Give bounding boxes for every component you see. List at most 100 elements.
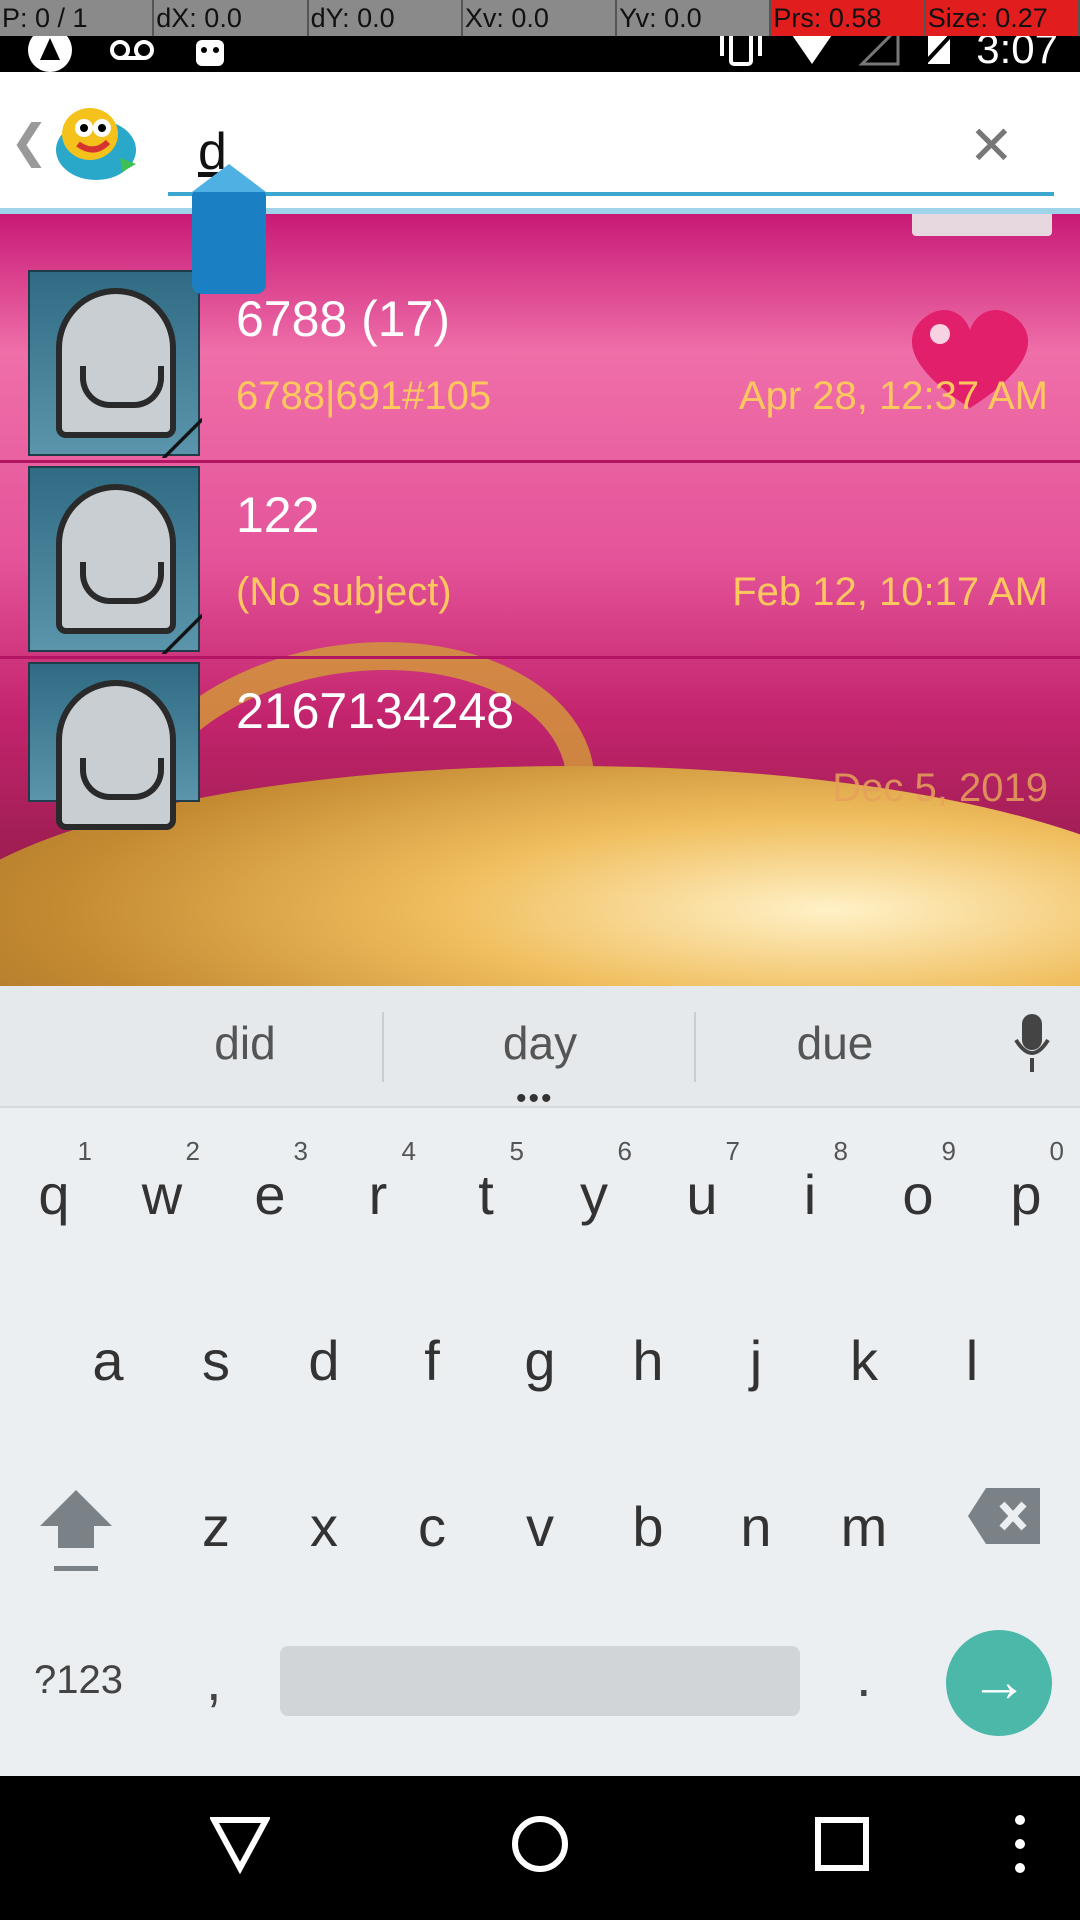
key-label: p	[1010, 1163, 1042, 1226]
search-field[interactable]: d ✕	[168, 92, 1054, 196]
go-arrow-button[interactable]	[946, 1630, 1052, 1736]
avatar-badge	[162, 614, 202, 654]
delta-x: dX: 0.0	[154, 0, 309, 36]
key-f[interactable]: f	[378, 1288, 486, 1408]
key-label: e	[254, 1163, 286, 1226]
velocity-x: Xv: 0.0	[463, 0, 618, 36]
key-label: t	[478, 1163, 494, 1226]
comma-key[interactable]: ,	[206, 1648, 222, 1713]
key-v[interactable]: v	[486, 1454, 594, 1574]
key-label: s	[202, 1329, 230, 1392]
key-t[interactable]: 5t	[432, 1122, 540, 1242]
key-m[interactable]: m	[810, 1454, 918, 1574]
key-r[interactable]: 4r	[324, 1122, 432, 1242]
contact-avatar[interactable]	[28, 270, 202, 458]
key-label: k	[850, 1329, 878, 1392]
key-label: b	[632, 1495, 664, 1558]
navigation-bar	[0, 1776, 1080, 1920]
conversation-row[interactable]: 2167134248 Dec 5, 2019	[0, 656, 1080, 852]
suggestion-2[interactable]: day	[430, 1016, 650, 1070]
conversation-date: Feb 12, 10:17 AM	[732, 570, 1048, 614]
key-y[interactable]: 6y	[540, 1122, 648, 1242]
shift-key[interactable]	[36, 1486, 116, 1576]
more-options-icon[interactable]	[1008, 1814, 1032, 1879]
suggestion-strip: did day due •••	[0, 986, 1080, 1115]
key-label: o	[902, 1163, 934, 1226]
touch-size: Size: 0.27	[925, 0, 1080, 36]
key-label: v	[526, 1495, 554, 1558]
key-h[interactable]: h	[594, 1288, 702, 1408]
suggestion-1[interactable]: did	[135, 1016, 355, 1070]
backspace-key[interactable]	[968, 1488, 1040, 1544]
conversation-snippet: 6788|691#105	[236, 374, 492, 418]
velocity-y: Yv: 0.0	[617, 0, 772, 36]
space-bar[interactable]	[280, 1646, 800, 1716]
key-label: n	[740, 1495, 772, 1558]
contact-avatar[interactable]	[28, 466, 202, 654]
key-label: z	[202, 1495, 230, 1558]
key-w[interactable]: 2w	[108, 1122, 216, 1242]
key-label: m	[840, 1495, 888, 1558]
key-s[interactable]: s	[162, 1288, 270, 1408]
key-z[interactable]: z	[162, 1454, 270, 1574]
period-key[interactable]: .	[856, 1644, 872, 1709]
key-label: c	[418, 1495, 446, 1558]
key-label: h	[632, 1329, 664, 1392]
key-e[interactable]: 3e	[216, 1122, 324, 1242]
suggestion-3[interactable]: due	[725, 1016, 945, 1070]
key-b[interactable]: b	[594, 1454, 702, 1574]
key-j[interactable]: j	[702, 1288, 810, 1408]
key-l[interactable]: l	[918, 1288, 1026, 1408]
avatar-face-icon	[56, 288, 176, 438]
soft-keyboard: did day due ••• 1q2w3e4r5t6y7u8i9o0p asd…	[0, 986, 1080, 1776]
key-c[interactable]: c	[378, 1454, 486, 1574]
key-d[interactable]: d	[270, 1288, 378, 1408]
conversation-row[interactable]: 6788 (17) 6788|691#105 Apr 28, 12:37 AM	[0, 264, 1080, 463]
key-label: r	[368, 1163, 388, 1226]
key-i[interactable]: 8i	[756, 1122, 864, 1242]
back-chevron-icon[interactable]: ❮	[10, 114, 49, 168]
conversation-row[interactable]: 122 (No subject) Feb 12, 10:17 AM	[0, 460, 1080, 659]
recents-square-icon[interactable]	[812, 1814, 872, 1879]
key-label: j	[749, 1329, 763, 1392]
key-g[interactable]: g	[486, 1288, 594, 1408]
key-label: u	[686, 1163, 718, 1226]
more-suggestions-icon[interactable]: •••	[516, 1082, 554, 1116]
back-triangle-icon[interactable]	[208, 1814, 272, 1879]
symbols-key[interactable]: ?123	[34, 1658, 123, 1703]
search-header: ❮ d ✕	[0, 72, 1080, 208]
key-n[interactable]: n	[702, 1454, 810, 1574]
key-a[interactable]: a	[54, 1288, 162, 1408]
key-x[interactable]: x	[270, 1454, 378, 1574]
suggestion-divider	[382, 1012, 384, 1082]
text-cursor-handle[interactable]	[192, 164, 266, 294]
conversation-list: 6788 (17) 6788|691#105 Apr 28, 12:37 AM …	[0, 214, 1080, 986]
conversation-title: 6788 (17)	[236, 291, 451, 347]
key-label: w	[141, 1163, 183, 1226]
conversation-date: Dec 5, 2019	[832, 766, 1048, 810]
key-p[interactable]: 0p	[972, 1122, 1080, 1242]
key-u[interactable]: 7u	[648, 1122, 756, 1242]
avatar-badge	[162, 418, 202, 458]
key-o[interactable]: 9o	[864, 1122, 972, 1242]
microphone-icon[interactable]	[1012, 1014, 1052, 1074]
conversation-snippet: (No subject)	[236, 570, 452, 614]
contact-avatar[interactable]	[28, 662, 200, 830]
key-label: d	[308, 1329, 340, 1392]
scroll-indicator	[912, 214, 1052, 236]
key-label: y	[580, 1163, 608, 1226]
suggestion-divider	[694, 1012, 696, 1082]
pressure: Prs: 0.58	[771, 0, 926, 36]
home-circle-icon[interactable]	[510, 1814, 570, 1879]
clear-search-icon[interactable]: ✕	[969, 114, 1014, 177]
pointer-location-overlay: P: 0 / 1 dX: 0.0 dY: 0.0 Xv: 0.0 Yv: 0.0…	[0, 0, 1080, 36]
conversation-title: 2167134248	[236, 683, 515, 739]
key-q[interactable]: 1q	[0, 1122, 108, 1242]
app-logo-icon[interactable]	[50, 94, 142, 186]
key-label: a	[92, 1329, 124, 1392]
avatar-face-icon	[56, 484, 176, 634]
key-k[interactable]: k	[810, 1288, 918, 1408]
pointer-count: P: 0 / 1	[0, 0, 155, 36]
conversation-title: 122	[236, 487, 320, 543]
status-bar: 3:07	[0, 24, 1080, 72]
